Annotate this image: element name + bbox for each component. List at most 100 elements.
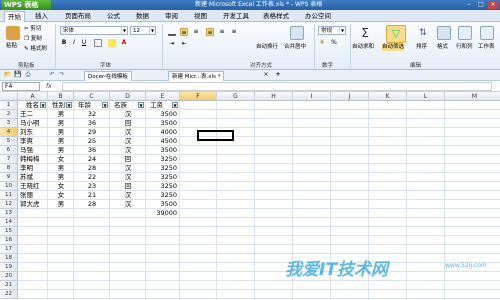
worksheet-button[interactable]: 工作表 [478,44,495,51]
filter-dropdown-icon[interactable]: ▼ [102,102,108,108]
cell-salary-total[interactable]: 39000 [146,209,180,218]
column-header-b[interactable]: B [48,92,74,101]
tab-review[interactable]: 审阅 [162,11,181,22]
filter-dropdown-icon[interactable]: ▼ [40,102,46,108]
border-icon[interactable] [94,39,102,47]
row-header-11[interactable]: 11 [0,191,18,200]
cell-salary[interactable]: 3500 [146,146,180,155]
row-header-18[interactable]: 18 [0,254,18,263]
cell-age[interactable]: 32 [74,110,110,119]
spreadsheet-grid[interactable]: ABCDEFGHIJKLM 1 2 3 4 5 6 7 8 9 10 11 12 13 14 15 16 17 1… [0,92,500,300]
align-top-icon[interactable] [168,28,176,36]
bold-icon[interactable]: B [60,39,68,47]
row-header-15[interactable]: 15 [0,227,18,236]
column-header-h[interactable]: H [255,92,293,101]
cut-button[interactable]: ✂ 剪切 [24,26,41,33]
tab-office-space[interactable]: 办公空间 [302,11,334,22]
cell-salary[interactable]: 3250 [146,155,180,164]
cell-salary[interactable]: 3250 [146,182,180,191]
cell-gender[interactable]: 男 [48,164,74,173]
cell-ethnic[interactable]: 汉 [110,164,146,173]
cell-age[interactable]: 29 [74,128,110,137]
cell-age[interactable]: 25 [74,137,110,146]
row-col-icon[interactable] [458,26,472,40]
paste-button[interactable]: 粘贴 [6,43,17,50]
align-right-icon[interactable]: ≡ [230,28,238,36]
cell-gender[interactable]: 女 [48,191,74,200]
maximize-icon[interactable]: □ [476,1,486,9]
tab-formula[interactable]: 公式 [104,11,123,22]
row-header-5[interactable]: 5 [0,137,18,146]
row-header-1[interactable]: 1 [0,101,18,110]
column-header-g[interactable]: G [217,92,255,101]
underline-icon[interactable]: U [80,39,88,47]
filter-icon[interactable]: ▽ [386,25,406,43]
fx-icon[interactable]: fx [46,82,52,91]
cell-age[interactable]: 21 [74,191,110,200]
row-header-16[interactable]: 16 [0,236,18,245]
row-header-7[interactable]: 7 [0,155,18,164]
tab-view[interactable]: 视图 [191,11,210,22]
cell-name[interactable]: 苏斌 [18,173,48,182]
row-header-6[interactable]: 6 [0,146,18,155]
redo-icon[interactable]: ↷ [58,71,66,79]
cell-name[interactable]: 郭大虎 [18,200,48,209]
cell-gender[interactable]: 男 [48,200,74,209]
sum-icon[interactable]: Σ [358,26,372,40]
worksheet-icon[interactable] [480,26,494,40]
column-header-d[interactable]: D [110,92,146,101]
cell-salary[interactable]: 3500 [146,110,180,119]
number-format-select[interactable]: 常规 ▼ [318,26,346,35]
row-header-10[interactable]: 10 [0,182,18,191]
row-header-3[interactable]: 3 [0,119,18,128]
row-header-9[interactable]: 9 [0,173,18,182]
outdent-icon[interactable]: ⇤ [180,40,188,48]
autofilter-button[interactable]: 自动筛选 [382,44,405,51]
sort-button[interactable]: 排序 [416,44,427,51]
tab-table-style[interactable]: 表格样式 [260,11,292,22]
cell-ethnic[interactable]: 汉 [110,200,146,209]
formula-input[interactable] [62,82,492,91]
sort-icon[interactable]: ⇅ [416,26,430,40]
cell-gender[interactable]: 男 [48,173,74,182]
row-header-19[interactable]: 19 [0,263,18,272]
row-header-20[interactable]: 20 [0,272,18,281]
align-left-icon[interactable]: ≡ [206,28,214,36]
row-header-12[interactable]: 12 [0,200,18,209]
select-all-corner[interactable] [0,92,18,101]
undo-icon[interactable]: ↶ [48,71,56,79]
cell-salary[interactable]: 3250 [146,173,180,182]
cell-ethnic[interactable]: 汉 [110,137,146,146]
row-header-4[interactable]: 4 [0,128,18,137]
format-icon[interactable] [437,26,451,40]
format-button[interactable]: 格式 [437,44,448,51]
cell-gender[interactable]: 男 [48,119,74,128]
align-bottom-icon[interactable]: ≡ [192,28,200,36]
column-header-f[interactable]: F [180,92,217,101]
cell-name[interactable]: 李明 [18,164,48,173]
cell-ethnic[interactable]: 汉 [110,146,146,155]
cell-gender[interactable]: 女 [48,182,74,191]
save-icon[interactable]: 💾 [14,71,22,79]
merge-center-button[interactable]: 合并居中 [284,44,306,51]
cell-age[interactable]: 28 [74,200,110,209]
column-header-a[interactable]: A [18,92,48,101]
row-header-13[interactable]: 13 [0,209,18,218]
merge-center-icon[interactable] [290,26,304,40]
cell-age[interactable]: 36 [74,119,110,128]
cell-gender[interactable]: 男 [48,110,74,119]
tab-page-layout[interactable]: 页面布局 [62,11,94,22]
cell-age[interactable]: 23 [74,182,110,191]
paste-icon[interactable] [6,26,20,40]
doc-tab-current[interactable]: 新建 Micr...表.xls * [168,71,225,81]
cell-age[interactable]: 28 [74,164,110,173]
cell-salary[interactable]: 4000 [146,128,180,137]
format-painter-button[interactable]: ✎ 格式刷 [24,46,47,53]
cell-ethnic[interactable]: 汉 [110,110,146,119]
name-box[interactable]: F4 [2,82,40,91]
wps-menu-button[interactable]: WPS 表格 [1,0,51,10]
cell-salary[interactable]: 3250 [146,191,180,200]
cell-salary[interactable]: 4500 [146,137,180,146]
close-icon[interactable]: × [488,1,498,9]
column-header-j[interactable]: J [331,92,369,101]
